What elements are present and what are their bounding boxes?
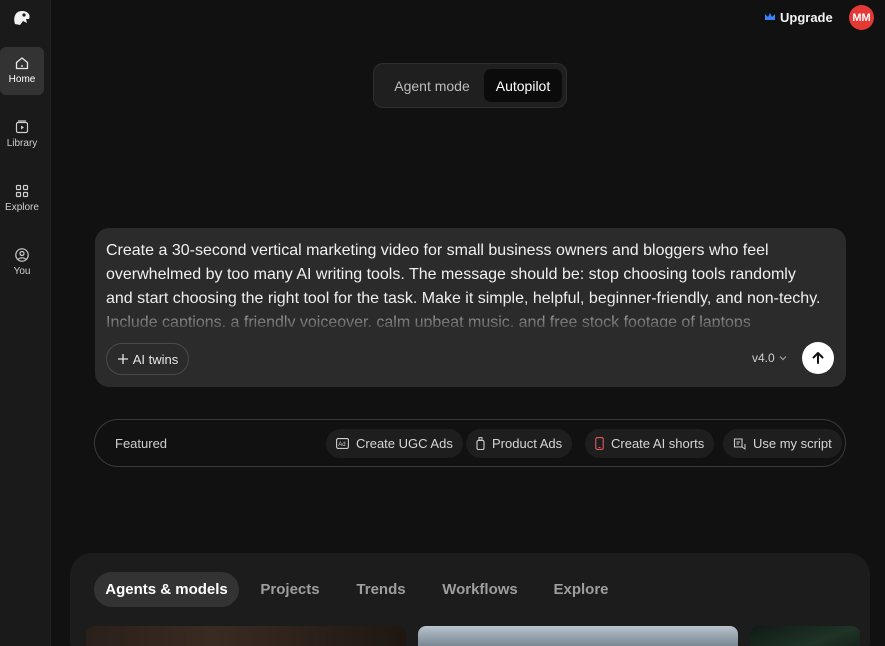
content-panel: Agents & models Projects Trends Workflow…	[70, 553, 870, 646]
tab-explore[interactable]: Explore	[546, 572, 616, 607]
use-my-script-button[interactable]: Use my script	[723, 429, 842, 458]
sidebar-item-label: Library	[6, 138, 38, 149]
tab-workflows[interactable]: Workflows	[435, 572, 525, 607]
sidebar-item-label: Explore	[5, 202, 39, 213]
chip-label: Create UGC Ads	[356, 436, 453, 451]
agent-mode-button[interactable]: Agent mode	[380, 69, 484, 102]
featured-label: Featured	[115, 436, 168, 451]
tab-projects[interactable]: Projects	[250, 572, 330, 607]
featured-bar: Featured Ad Create UGC Ads Product Ads C…	[94, 419, 846, 467]
sidebar-item-library[interactable]: Library	[0, 111, 44, 159]
sidebar-item-label: You	[13, 266, 31, 277]
prompt-box: Create a 30-second vertical marketing vi…	[95, 228, 846, 387]
tab-agents-models[interactable]: Agents & models	[94, 572, 239, 607]
version-select[interactable]: v4.0	[752, 351, 787, 365]
bottle-icon	[476, 437, 485, 450]
mode-toggle: Agent mode Autopilot	[373, 63, 567, 108]
sidebar-item-explore[interactable]: Explore	[0, 175, 44, 223]
sidebar-item-label: Home	[8, 74, 36, 85]
phone-icon	[595, 437, 604, 450]
version-label: v4.0	[752, 351, 775, 365]
ad-icon: Ad	[336, 438, 349, 449]
create-ugc-ads-button[interactable]: Ad Create UGC Ads	[326, 429, 463, 458]
app-window: Home Library Explore You Upgrade MM Agen…	[0, 0, 885, 646]
chip-label: Create AI shorts	[611, 436, 705, 451]
upgrade-label: Upgrade	[780, 9, 833, 25]
ai-twins-button[interactable]: AI twins	[106, 343, 189, 375]
prompt-input[interactable]: Create a 30-second vertical marketing vi…	[106, 239, 826, 327]
avatar[interactable]: MM	[849, 5, 874, 30]
upgrade-button[interactable]: Upgrade	[764, 8, 833, 26]
chip-label: Use my script	[753, 436, 832, 451]
svg-text:Ad: Ad	[338, 442, 345, 448]
thumbnail-card[interactable]	[750, 626, 860, 646]
product-ads-button[interactable]: Product Ads	[466, 429, 573, 458]
chevron-down-icon	[779, 356, 787, 361]
sidebar: Home Library Explore You	[0, 0, 51, 646]
send-button[interactable]	[802, 342, 834, 374]
script-icon	[733, 437, 746, 450]
thumbnail-card[interactable]	[418, 626, 738, 646]
ai-twins-label: AI twins	[132, 351, 179, 367]
crown-icon	[765, 13, 775, 20]
tab-trends[interactable]: Trends	[348, 572, 414, 607]
create-ai-shorts-button[interactable]: Create AI shorts	[585, 429, 715, 458]
sidebar-item-home[interactable]: Home	[0, 47, 44, 95]
plus-icon	[117, 354, 128, 364]
thumbnail-card[interactable]	[86, 626, 406, 646]
home-icon	[15, 57, 29, 70]
grid-icon	[15, 184, 29, 198]
sidebar-item-you[interactable]: You	[0, 239, 44, 287]
chip-label: Product Ads	[492, 436, 563, 451]
user-icon	[15, 248, 29, 262]
autopilot-button[interactable]: Autopilot	[484, 69, 562, 102]
app-logo-icon[interactable]	[11, 8, 33, 28]
library-icon	[15, 120, 29, 134]
arrow-up-icon	[812, 352, 824, 364]
